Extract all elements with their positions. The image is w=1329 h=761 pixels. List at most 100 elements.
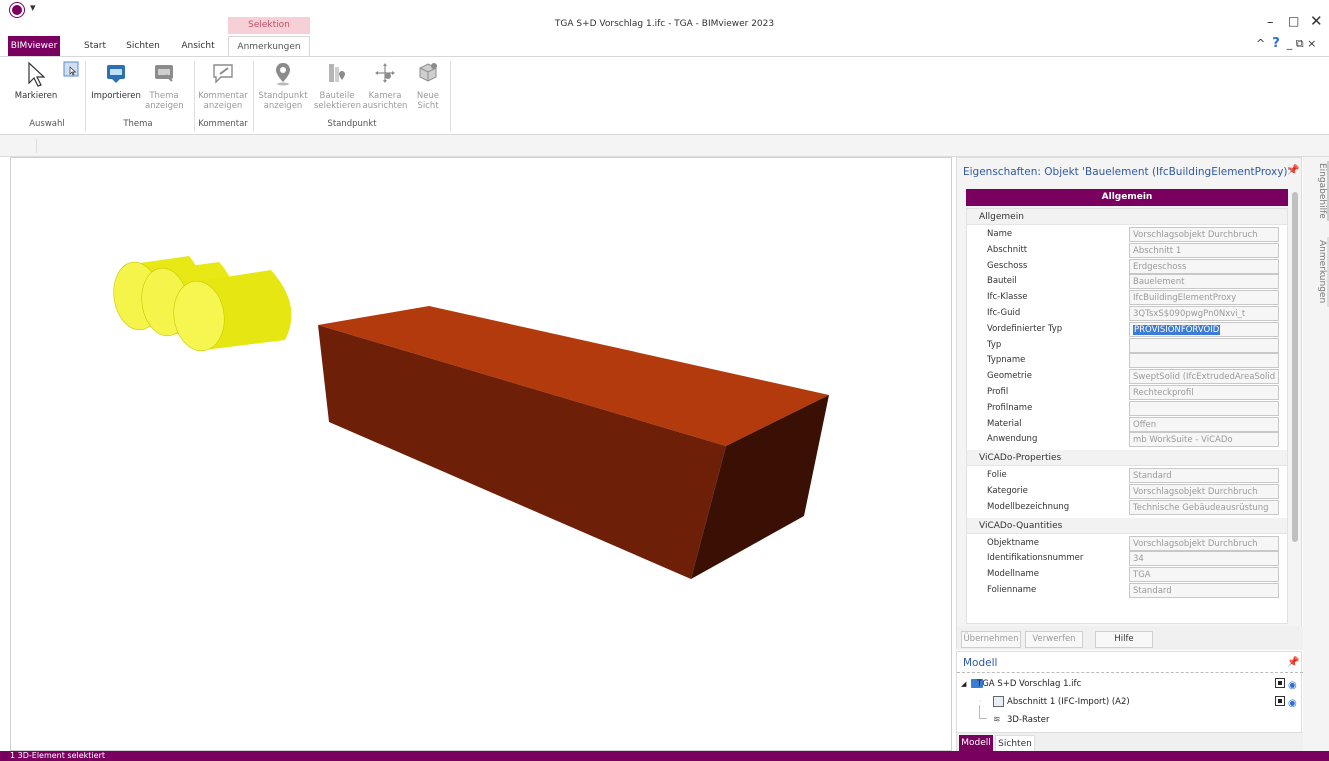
tree-item-abschnitt[interactable]: · Abschnitt 1 (IFC-Import) (A2) ◉ bbox=[957, 693, 1303, 711]
tree-expand-icon[interactable]: ◢ bbox=[961, 675, 966, 693]
property-value[interactable]: Abschnitt 1 bbox=[1129, 242, 1279, 258]
property-row[interactable]: Vordefinierter Typ PROVISIONFORVOID bbox=[967, 321, 1287, 338]
property-value[interactable]: Standard bbox=[1129, 583, 1279, 598]
property-key: Vordefinierter Typ bbox=[987, 323, 1063, 334]
property-value[interactable]: Technische Gebäudeausrüstung bbox=[1129, 499, 1279, 515]
property-row[interactable]: Folie Standard bbox=[967, 468, 1287, 484]
kommentar-anzeigen-button[interactable]: Kommentar anzeigen bbox=[198, 61, 248, 111]
importieren-button[interactable]: Importieren bbox=[90, 61, 142, 101]
property-value[interactable] bbox=[1129, 337, 1279, 353]
pin-icon[interactable]: 📌 bbox=[1287, 165, 1299, 176]
uebernehmen-button[interactable]: Übernehmen bbox=[961, 631, 1021, 648]
group-label-auswahl: Auswahl bbox=[29, 119, 65, 129]
tab-sichten[interactable]: Sichten bbox=[124, 36, 162, 56]
doc-restore-icon[interactable]: ⧉ bbox=[1296, 37, 1304, 50]
property-key: Ifc-Klasse bbox=[987, 292, 1028, 303]
properties-category-header[interactable]: Allgemein bbox=[966, 189, 1288, 206]
property-row[interactable]: Kategorie Vorschlagsobjekt Durchbruch bbox=[967, 484, 1287, 500]
property-value[interactable]: Erdgeschoss bbox=[1129, 258, 1279, 274]
side-tab-eingabehilfe[interactable]: Eingabehilfe bbox=[1303, 161, 1329, 221]
property-section-header[interactable]: Allgemein bbox=[967, 209, 1287, 225]
quick-access-menu-icon[interactable]: ▾ bbox=[30, 1, 36, 14]
property-row[interactable]: Material Offen bbox=[967, 416, 1287, 433]
tree-item-file[interactable]: ◢ TGA S+D Vorschlag 1.ifc ◉ bbox=[957, 675, 1303, 693]
property-row[interactable]: Objektname Vorschlagsobjekt Durchbruch bbox=[967, 535, 1287, 552]
minimize-button[interactable]: – bbox=[1267, 15, 1274, 30]
collapse-ribbon-icon[interactable]: ^ bbox=[1256, 37, 1265, 50]
doc-close-icon[interactable]: × bbox=[1307, 37, 1316, 50]
property-row[interactable]: Abschnitt Abschnitt 1 bbox=[967, 242, 1287, 259]
tree-item-3d-raster[interactable]: ≋ 3D-Raster bbox=[957, 705, 1303, 729]
property-value[interactable]: Offen bbox=[1129, 416, 1279, 432]
markieren-button[interactable]: Markieren bbox=[14, 61, 58, 101]
standpunkt-anzeigen-button[interactable]: Standpunkt anzeigen bbox=[258, 61, 308, 111]
tab-ansicht[interactable]: Ansicht bbox=[178, 36, 218, 56]
properties-button-bar: Übernehmen Verwerfen Hilfe bbox=[957, 626, 1303, 650]
property-row[interactable]: Identifikationsnummer 34 bbox=[967, 551, 1287, 567]
property-row[interactable]: Modellname TGA bbox=[967, 567, 1287, 583]
visibility-checkbox[interactable] bbox=[1275, 696, 1285, 706]
property-row[interactable]: Modellbezeichnung Technische Gebäudeausrü… bbox=[967, 499, 1287, 516]
property-row[interactable]: Ifc-Klasse IfcBuildingElementProxy bbox=[967, 290, 1287, 306]
neue-sicht-button[interactable]: Neue Sicht bbox=[410, 61, 446, 111]
property-row[interactable]: Geschoss Erdgeschoss bbox=[967, 258, 1287, 275]
3d-viewport[interactable] bbox=[10, 157, 952, 751]
properties-scrollbar[interactable] bbox=[1292, 192, 1298, 542]
property-value[interactable]: SweptSolid (IfcExtrudedAreaSolid bbox=[1129, 369, 1279, 385]
tab-modell[interactable]: Modell bbox=[959, 735, 993, 752]
property-value[interactable]: Vorschlagsobjekt Durchbruch bbox=[1129, 484, 1279, 499]
pin-icon[interactable]: 📌 bbox=[1287, 657, 1299, 668]
property-value[interactable] bbox=[1129, 353, 1279, 369]
property-row[interactable]: Bauteil Bauelement bbox=[967, 274, 1287, 290]
property-section-header[interactable]: ViCADo-Quantities bbox=[967, 517, 1287, 534]
ribbon-window-controls: ^ ? _ ⧉ × bbox=[1256, 36, 1316, 51]
3d-scene[interactable] bbox=[11, 158, 953, 752]
property-row[interactable]: Typname bbox=[967, 353, 1287, 369]
visibility-checkbox[interactable] bbox=[1275, 678, 1285, 688]
property-value[interactable]: mb WorkSuite - ViCADo bbox=[1129, 432, 1279, 448]
kamera-ausrichten-button[interactable]: Kamera ausrichten bbox=[362, 61, 408, 111]
model-tree: ◢ TGA S+D Vorschlag 1.ifc ◉ · Abschnitt … bbox=[957, 672, 1303, 732]
property-value-text: Vorschlagsobjekt Durchbruch bbox=[1133, 538, 1258, 549]
property-value[interactable]: TGA bbox=[1129, 567, 1279, 583]
side-tab-anmerkungen[interactable]: Anmerkungen bbox=[1303, 237, 1329, 307]
property-value[interactable]: Standard bbox=[1129, 468, 1279, 484]
close-button[interactable]: ✕ bbox=[1310, 12, 1323, 30]
hilfe-button[interactable]: Hilfe bbox=[1095, 631, 1153, 648]
tab-anmerkungen[interactable]: Anmerkungen bbox=[228, 36, 310, 57]
group-separator bbox=[253, 61, 254, 131]
property-row[interactable]: Profil Rechteckprofil bbox=[967, 385, 1287, 401]
property-value[interactable]: PROVISIONFORVOID bbox=[1129, 321, 1279, 337]
status-bar: 1 3D-Element selektiert bbox=[0, 751, 1329, 761]
doc-minimize-icon[interactable]: _ bbox=[1287, 37, 1293, 50]
property-value[interactable]: 3QTsxS$090pwgPn0Nxvi_t bbox=[1129, 306, 1279, 321]
property-row[interactable]: Profilname bbox=[967, 400, 1287, 417]
property-value[interactable]: Rechteckprofil bbox=[1129, 385, 1279, 400]
app-logo-icon[interactable] bbox=[10, 3, 24, 17]
property-value[interactable] bbox=[1129, 400, 1279, 416]
property-value[interactable]: Vorschlagsobjekt Durchbruch bbox=[1129, 535, 1279, 551]
thema-anzeigen-button[interactable]: Thema anzeigen bbox=[145, 61, 184, 111]
property-row[interactable]: Typ bbox=[967, 337, 1287, 354]
property-row[interactable]: Ifc-Guid 3QTsxS$090pwgPn0Nxvi_t bbox=[967, 306, 1287, 322]
property-value[interactable]: Bauelement bbox=[1129, 274, 1279, 290]
property-row[interactable]: Folienname Standard bbox=[967, 583, 1287, 599]
bauteile-selektieren-button[interactable]: Bauteile selektieren bbox=[314, 61, 361, 111]
help-icon[interactable]: ? bbox=[1272, 36, 1280, 51]
maximize-button[interactable]: □ bbox=[1288, 14, 1299, 28]
property-section-header[interactable]: ViCADo-Properties bbox=[967, 450, 1287, 467]
property-value[interactable]: IfcBuildingElementProxy bbox=[1129, 290, 1279, 306]
property-value[interactable]: 34 bbox=[1129, 551, 1279, 567]
tab-bimviewer[interactable]: BIMviewer bbox=[8, 36, 60, 56]
property-row[interactable]: Name Vorschlagsobjekt Durchbruch bbox=[967, 227, 1287, 243]
selected-box-element[interactable] bbox=[318, 306, 829, 579]
property-value[interactable]: Vorschlagsobjekt Durchbruch bbox=[1129, 227, 1279, 242]
box-select-button[interactable] bbox=[62, 61, 80, 80]
tab-start[interactable]: Start bbox=[80, 36, 110, 56]
property-row[interactable]: Geometrie SweptSolid (IfcExtrudedAreaSoli… bbox=[967, 369, 1287, 385]
toolbar-grip[interactable] bbox=[11, 139, 37, 153]
verwerfen-button[interactable]: Verwerfen bbox=[1025, 631, 1083, 648]
property-row[interactable]: Anwendung mb WorkSuite - ViCADo bbox=[967, 432, 1287, 448]
tab-sichten-panel[interactable]: Sichten bbox=[995, 735, 1035, 752]
group-label-standpunkt: Standpunkt bbox=[327, 119, 377, 129]
